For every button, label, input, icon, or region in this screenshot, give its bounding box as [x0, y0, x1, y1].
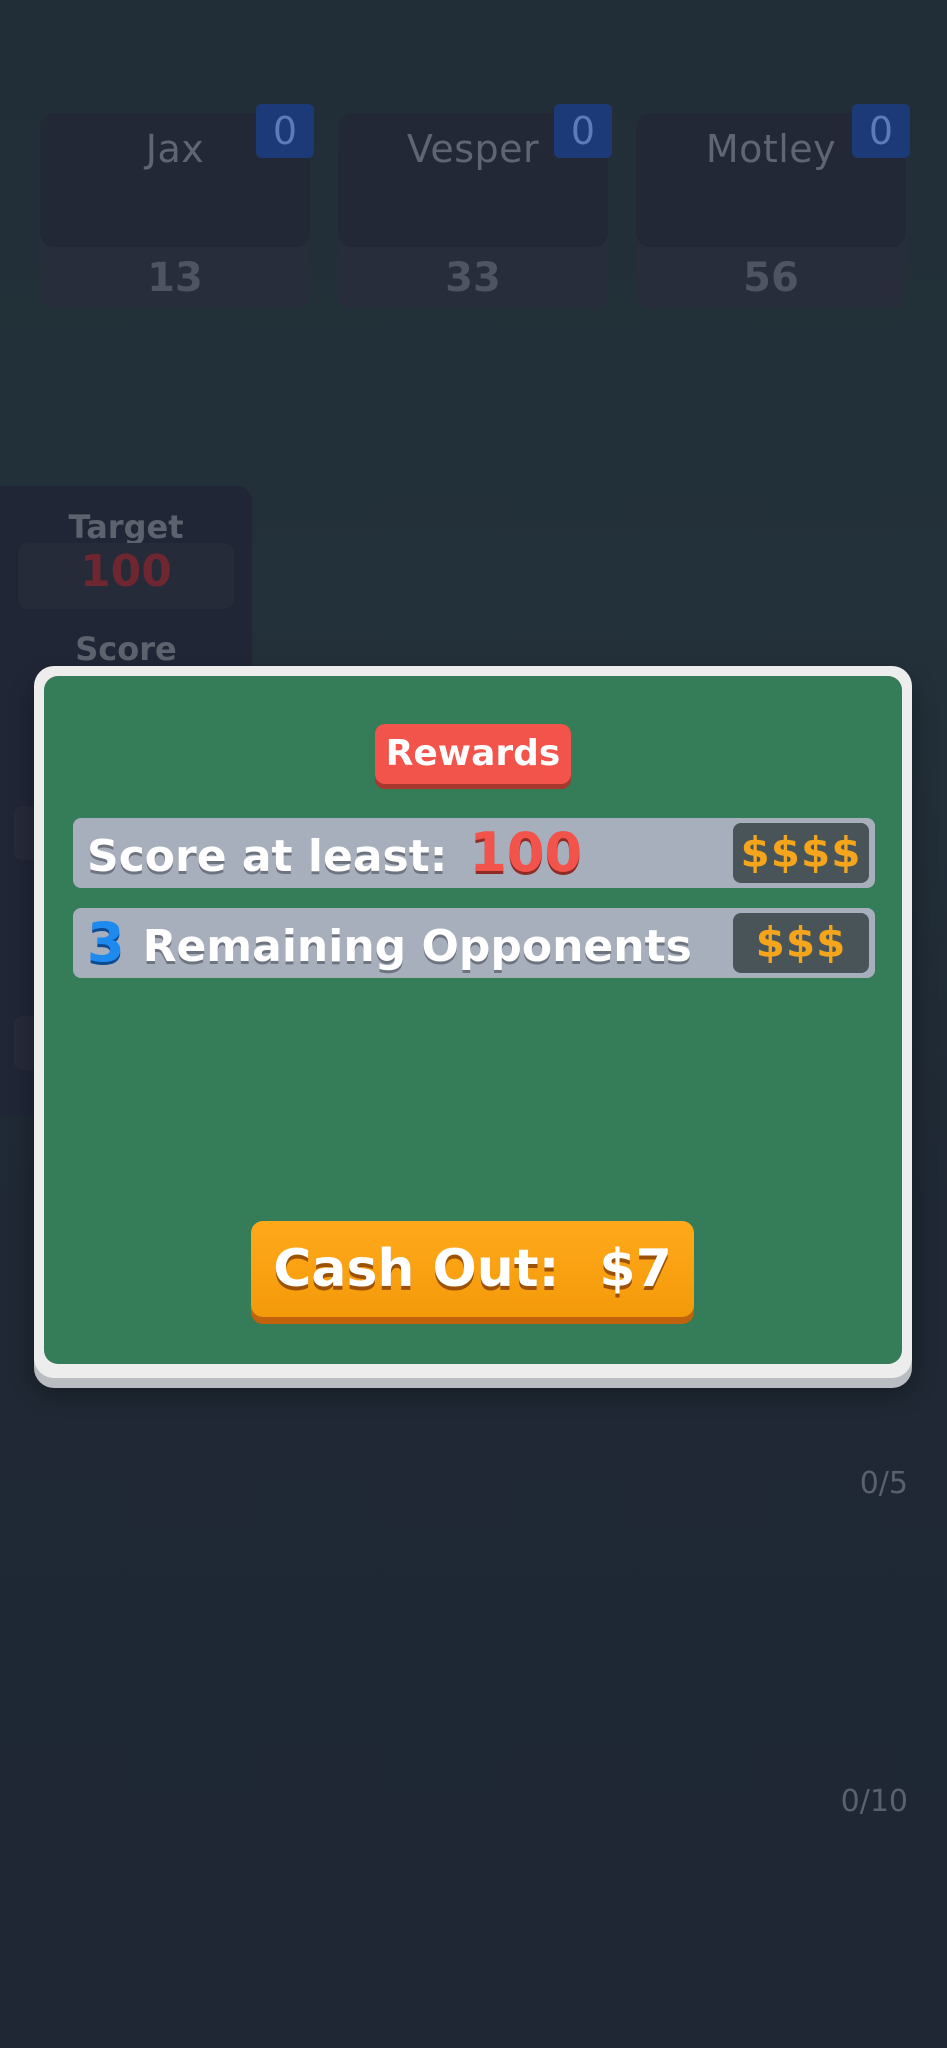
reward-row-label: 3 Remaining Opponents [87, 908, 692, 978]
opponent-card-vesper: Vesper 33 0 [338, 104, 612, 309]
reward-row-opponents: 3 Remaining Opponents $$$ [73, 908, 875, 978]
reward-row-value: 3 [87, 911, 125, 974]
opponent-badge: 0 [256, 104, 314, 158]
rewards-modal-felt: Rewards Score at least: 100 $$$$ 3 Remaini… [44, 676, 902, 1364]
counter-lower: 0/10 [840, 1784, 908, 1819]
reward-row-label: Score at least: 100 [87, 818, 582, 888]
opponent-card-jax: Jax 13 0 [40, 104, 314, 309]
reward-row-score: Score at least: 100 $$$$ [73, 818, 875, 888]
cash-out-button[interactable]: Cash Out: $7 [251, 1221, 694, 1317]
target-value: 100 [80, 546, 172, 597]
target-label: Target [68, 508, 184, 546]
score-label: Score [75, 630, 177, 668]
rewards-title: Rewards [375, 724, 571, 784]
opponent-badge: 0 [852, 104, 910, 158]
opponent-score: 33 [445, 255, 501, 301]
reward-row-text: Score at least: [87, 831, 448, 882]
counter-upper: 0/5 [859, 1466, 908, 1501]
rewards-modal: Rewards Score at least: 100 $$$$ 3 Remaini… [34, 666, 912, 1378]
reward-row-value: 100 [469, 821, 583, 884]
reward-cost: $$$ [733, 913, 869, 973]
cash-out-label: Cash Out: [273, 1239, 560, 1299]
reward-row-text: Remaining Opponents [142, 921, 692, 972]
opponent-score: 13 [147, 255, 203, 301]
opponent-badge: 0 [554, 104, 612, 158]
cash-out-amount: $7 [599, 1239, 672, 1299]
reward-cost: $$$$ [733, 823, 869, 883]
opponent-card-motley: Motley 56 0 [636, 104, 910, 309]
game-background: Jax 13 0 Vesper 33 0 Motley 56 0 Target … [0, 0, 947, 2048]
opponent-score: 56 [743, 255, 799, 301]
